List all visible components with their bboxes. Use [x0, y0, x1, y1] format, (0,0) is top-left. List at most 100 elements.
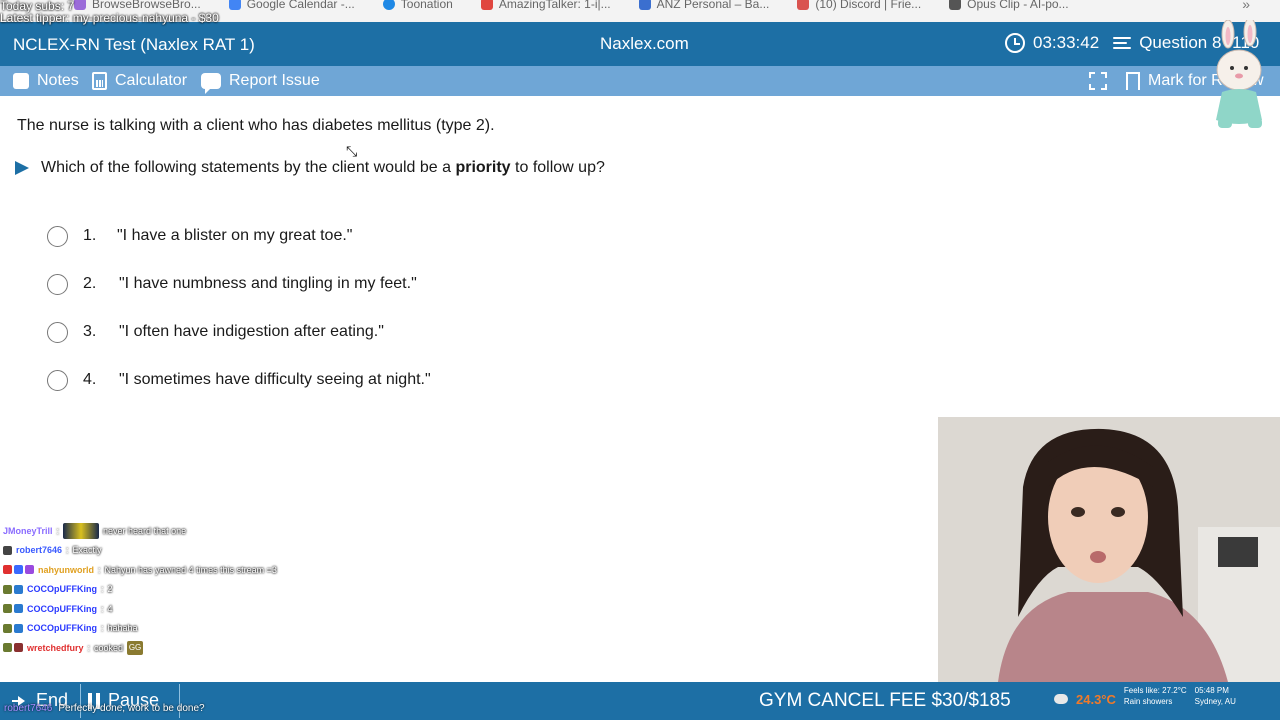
weather-condition: Rain showers: [1123, 697, 1173, 706]
note-icon: [13, 73, 29, 89]
bookmark-label: AmazingTalker: 1-i|...: [498, 0, 611, 11]
calculator-button[interactable]: Calculator: [92, 72, 187, 90]
feels-like: Feels like: 27.2°C: [1123, 686, 1187, 695]
stream-stats-overlay: Today subs: 7 Latest tipper: my-precious…: [0, 0, 219, 24]
calculator-label: Calculator: [115, 72, 188, 89]
badge-icon: [3, 623, 23, 633]
answer-option[interactable]: 4. "I sometimes have difficulty seeing a…: [47, 356, 431, 404]
exam-footer: End Pause robert7646 Perfectly done, wor…: [0, 682, 1280, 720]
chat-message: nahyunworld: Nahyun has yawned 4 times t…: [3, 560, 423, 580]
cloud-icon: [1054, 694, 1068, 704]
amazingtalker-icon: [480, 0, 493, 10]
bookmark-item[interactable]: AmazingTalker: 1-i|...: [467, 0, 625, 15]
radio-button[interactable]: [47, 225, 68, 247]
stream-chat: JMoneyTrill: never heard that one robert…: [3, 521, 423, 658]
chat-text: cooked: [94, 642, 124, 653]
chat-bubble-icon: [201, 73, 221, 94]
chat-username: wretchedfury: [27, 642, 84, 653]
bookmark-label: Opus Clip - AI-po...: [967, 0, 1069, 11]
badge-icon: [3, 643, 23, 653]
chat-username: JMoneyTrill: [3, 525, 53, 536]
chat-username: COCOpUFFKing: [27, 623, 97, 634]
option-number: 4.: [83, 371, 97, 388]
bookmark-label: ANZ Personal – Ba...: [656, 0, 770, 11]
chat-username: robert7646: [16, 545, 63, 556]
latest-tipper: Latest tipper: my-precious-nahyuna - $30: [0, 11, 219, 25]
screen: BrowseBrowseBro... Google Calendar -... …: [0, 0, 1280, 720]
exam-header: NCLEX-RN Test (Naxlex RAT 1) Naxlex.com …: [0, 22, 1280, 66]
badge-icon: [3, 604, 23, 614]
site-name: Naxlex.com: [600, 34, 689, 53]
weather-widget: 24.3°C Feels like: 27.2°C Rain showers 0…: [1054, 686, 1236, 707]
opus-icon: [949, 0, 962, 10]
prompt-text-end: to follow up?: [510, 159, 605, 176]
option-text: "I have a blister on my great toe.": [117, 227, 353, 244]
option-number: 1.: [83, 227, 97, 244]
emote-icon: [63, 522, 100, 539]
clock-icon: [1005, 33, 1025, 53]
webcam-feed: [938, 417, 1280, 682]
chat-message: JMoneyTrill: never heard that one: [3, 521, 423, 541]
notes-button[interactable]: Notes: [13, 72, 79, 90]
chat-text: 4: [107, 603, 113, 614]
bookmark-label: (10) Discord | Frie...: [815, 0, 922, 11]
chat-message: COCOpUFFKing: hahaha: [3, 619, 423, 639]
option-number: 3.: [83, 323, 97, 340]
prompt-text: Which of the following statements by the…: [41, 159, 605, 177]
radio-button[interactable]: [47, 273, 68, 295]
answer-options: 1. "I have a blister on my great toe." 2…: [47, 212, 431, 404]
bookmark-item[interactable]: ANZ Personal – Ba...: [625, 0, 784, 15]
chat-message: wretchedfury: cooked GG: [3, 638, 423, 658]
chat-text: 2: [107, 584, 113, 595]
timer: 03:33:42: [1033, 33, 1100, 52]
radio-button[interactable]: [47, 369, 68, 391]
fullscreen-icon[interactable]: [1089, 72, 1107, 90]
answer-option[interactable]: 3. "I often have indigestion after eatin…: [47, 308, 384, 356]
bookmark-label: Google Calendar -...: [246, 0, 355, 11]
arrow-icon: [15, 161, 29, 175]
chat-text: never heard that one: [103, 525, 187, 536]
chat-message: COCOpUFFKing: 4: [3, 599, 423, 619]
bookmark-item[interactable]: Opus Clip - AI-po...: [935, 0, 1082, 15]
ticker-username: robert7646: [4, 703, 53, 714]
exam-toolbar: Notes Calculator Report Issue Mark for R…: [0, 66, 1280, 96]
toonation-icon: [382, 0, 395, 10]
chat-message: COCOpUFFKing: 2: [3, 580, 423, 600]
local-time: 05:48 PM: [1194, 686, 1229, 695]
ticker-message: Perfectly done, work to be done?: [58, 703, 205, 714]
report-issue-button[interactable]: Report Issue: [201, 72, 320, 94]
discord-icon: [797, 0, 810, 10]
bookmark-item[interactable]: Google Calendar -...: [215, 0, 369, 15]
more-bookmarks-button[interactable]: »: [1242, 0, 1250, 12]
question-list-icon: [1113, 36, 1132, 50]
option-text: "I sometimes have difficulty seeing at n…: [119, 371, 431, 388]
location: Sydney, AU: [1194, 697, 1236, 706]
chat-text: Exactly: [72, 545, 102, 556]
gym-fee-banner: GYM CANCEL FEE $30/$185: [759, 690, 1011, 711]
question-stem: The nurse is talking with a client who h…: [17, 117, 495, 134]
bunny-sticker: [1216, 20, 1262, 128]
test-title: NCLEX-RN Test (Naxlex RAT 1): [13, 35, 255, 54]
option-text: "I have numbness and tingling in my feet…: [119, 275, 417, 292]
radio-button[interactable]: [47, 321, 68, 343]
chat-text: hahaha: [107, 623, 138, 634]
calculator-icon: [92, 72, 107, 90]
anz-icon: [638, 0, 651, 10]
bookmark-label: Toonation: [400, 0, 453, 11]
badge-icon: [3, 545, 12, 555]
chat-message: robert7646: Exactly: [3, 541, 423, 561]
resize-cursor-icon: ⤡: [346, 143, 358, 159]
badge-icon: [3, 565, 34, 575]
report-issue-label: Report Issue: [229, 72, 320, 89]
answer-option[interactable]: 1. "I have a blister on my great toe.": [47, 212, 352, 260]
bookmark-item[interactable]: Toonation: [369, 0, 467, 15]
bookmark-item[interactable]: (10) Discord | Frie...: [783, 0, 935, 15]
notes-label: Notes: [37, 72, 79, 89]
chat-username: COCOpUFFKing: [27, 584, 97, 595]
chat-text: Nahyun has yawned 4 times this stream =3: [104, 564, 277, 575]
answer-option[interactable]: 2. "I have numbness and tingling in my f…: [47, 260, 417, 308]
option-text: "I often have indigestion after eating.": [119, 323, 384, 340]
prompt-emphasis: priority: [455, 159, 511, 176]
weather-temp: 24.3°C: [1076, 692, 1116, 707]
gg-emote-icon: GG: [127, 640, 144, 655]
